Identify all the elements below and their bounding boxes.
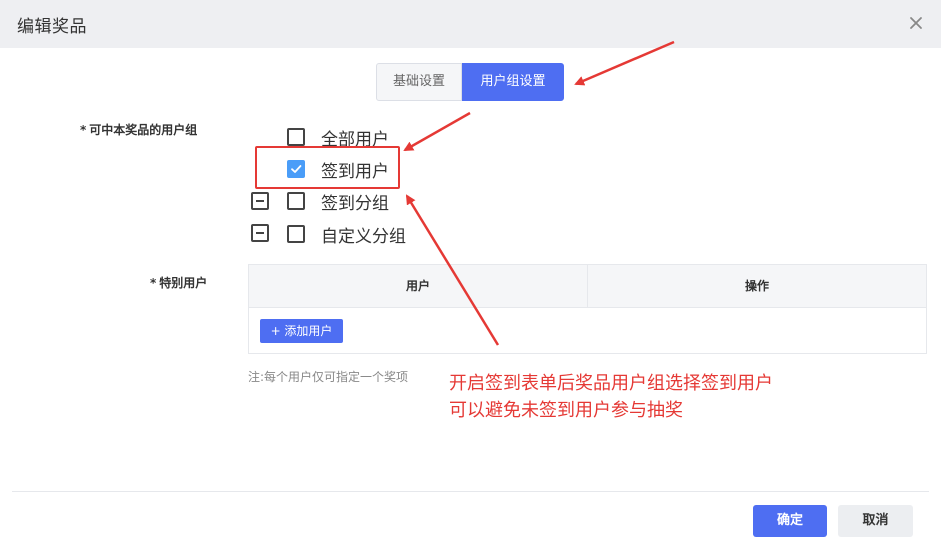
checkbox-all-users[interactable] <box>287 128 305 146</box>
tab-basic-settings[interactable]: 基础设置 <box>376 63 462 101</box>
required-mark: * <box>150 276 157 290</box>
arrow-to-tab <box>574 40 675 86</box>
table-header: 用户 操作 <box>249 265 926 308</box>
collapse-icon[interactable] <box>251 192 269 210</box>
special-users-label-text: 特别用户 <box>159 276 208 290</box>
confirm-button[interactable]: 确定 <box>753 505 827 537</box>
option-checkin-group[interactable]: 签到分组 <box>287 189 389 214</box>
dialog-header: 编辑奖品 <box>0 0 941 48</box>
footer-divider <box>12 491 929 492</box>
user-groups-label: * 可中本奖品的用户组 <box>80 121 220 138</box>
checkbox-checkin-group[interactable] <box>287 192 305 210</box>
user-groups-label-text: 可中本奖品的用户组 <box>89 123 198 137</box>
annotation-line-1: 开启签到表单后奖品用户组选择签到用户 <box>449 373 773 394</box>
tab-user-group-settings[interactable]: 用户组设置 <box>462 63 564 101</box>
dialog-title: 编辑奖品 <box>17 17 87 37</box>
special-users-note: 注:每个用户仅可指定一个奖项 <box>248 370 409 384</box>
annotation-text: 开启签到表单后奖品用户组选择签到用户 可以避免未签到用户参与抽奖 <box>449 370 773 424</box>
special-users-label: * 特别用户 <box>150 274 220 291</box>
option-custom-group[interactable]: 自定义分组 <box>287 222 406 247</box>
annotation-line-2: 可以避免未签到用户参与抽奖 <box>449 400 683 421</box>
checkbox-custom-group[interactable] <box>287 225 305 243</box>
option-checkin-group-label: 签到分组 <box>321 193 389 214</box>
close-icon[interactable] <box>905 12 927 34</box>
special-users-table: 用户 操作 + 添加用户 <box>248 264 927 354</box>
required-mark: * <box>80 123 87 137</box>
collapse-icon[interactable] <box>251 224 269 242</box>
settings-tabs: 基础设置 用户组设置 <box>376 63 564 101</box>
column-user: 用户 <box>405 279 430 293</box>
column-action: 操作 <box>587 265 926 307</box>
edit-prize-dialog: 编辑奖品 基础设置 用户组设置 * 可中本奖品的用户组 全部用户 签到用户 签到分… <box>0 0 941 550</box>
arrow-to-checkbox <box>403 111 471 152</box>
cancel-button[interactable]: 取消 <box>838 505 913 537</box>
add-user-button[interactable]: + 添加用户 <box>260 319 343 343</box>
option-custom-group-label: 自定义分组 <box>321 226 406 247</box>
annotation-highlight-box <box>255 146 400 189</box>
